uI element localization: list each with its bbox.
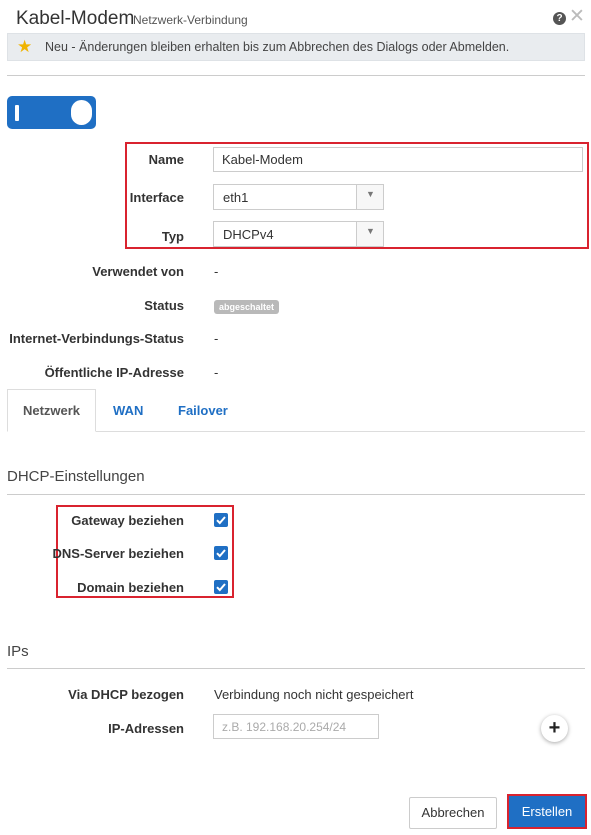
notice-text: Neu - Änderungen bleiben erhalten bis zu…	[45, 40, 510, 54]
dialog-subtitle: Netzwerk-Verbindung	[133, 13, 248, 27]
internet-status-label: Internet-Verbindungs-Status	[9, 331, 184, 346]
ip-addresses-input[interactable]: z.B. 192.168.20.254/24	[213, 714, 379, 739]
dhcp-section-title: DHCP-Einstellungen	[7, 468, 145, 485]
type-label: Typ	[161, 229, 184, 244]
create-button[interactable]: Erstellen	[507, 794, 587, 829]
dns-checkbox[interactable]	[214, 546, 228, 560]
used-by-label: Verwendet von	[92, 264, 184, 279]
divider	[7, 75, 585, 76]
add-ip-button[interactable]: +	[541, 715, 568, 742]
type-select[interactable]: DHCPv4 ▼	[213, 221, 384, 247]
via-dhcp-label: Via DHCP bezogen	[68, 687, 184, 702]
internet-status-value: -	[214, 331, 219, 346]
enable-toggle[interactable]	[7, 96, 96, 129]
help-icon[interactable]: ?	[553, 12, 566, 25]
status-badge: abgeschaltet	[214, 300, 280, 314]
section-divider	[7, 494, 585, 495]
toggle-on-indicator	[15, 105, 19, 121]
section-divider	[7, 668, 585, 669]
type-value: DHCPv4	[223, 227, 274, 242]
interface-select[interactable]: eth1 ▼	[213, 184, 384, 210]
domain-checkbox[interactable]	[214, 580, 228, 594]
name-input[interactable]: Kabel-Modem	[213, 147, 583, 172]
public-ip-value: -	[214, 365, 219, 380]
interface-label: Interface	[129, 190, 184, 205]
public-ip-label: Öffentliche IP-Adresse	[44, 365, 184, 380]
dialog-title: Kabel-Modem	[16, 8, 135, 29]
ip-addresses-label: IP-Adressen	[108, 721, 184, 736]
domain-label: Domain beziehen	[77, 580, 184, 595]
dns-label: DNS-Server beziehen	[52, 546, 185, 561]
star-icon: ★	[17, 37, 33, 56]
chevron-down-icon: ▼	[366, 189, 375, 199]
gateway-checkbox[interactable]	[214, 513, 228, 527]
tab-wan[interactable]: WAN	[113, 403, 143, 418]
toggle-knob	[71, 100, 92, 125]
via-dhcp-value: Verbindung noch nicht gespeichert	[214, 687, 414, 702]
cancel-button[interactable]: Abbrechen	[409, 797, 497, 829]
gateway-label: Gateway beziehen	[71, 513, 184, 528]
interface-value: eth1	[223, 190, 249, 205]
name-label: Name	[148, 152, 184, 167]
tab-failover[interactable]: Failover	[178, 403, 228, 418]
chevron-down-icon: ▼	[366, 226, 375, 236]
notice-banner: ★ Neu - Änderungen bleiben erhalten bis …	[7, 33, 585, 61]
close-icon[interactable]: ✕	[569, 7, 585, 27]
used-by-value: -	[214, 264, 219, 279]
tab-netzwerk[interactable]: Netzwerk	[7, 389, 96, 432]
ips-section-title: IPs	[7, 643, 29, 660]
status-label: Status	[144, 298, 184, 313]
